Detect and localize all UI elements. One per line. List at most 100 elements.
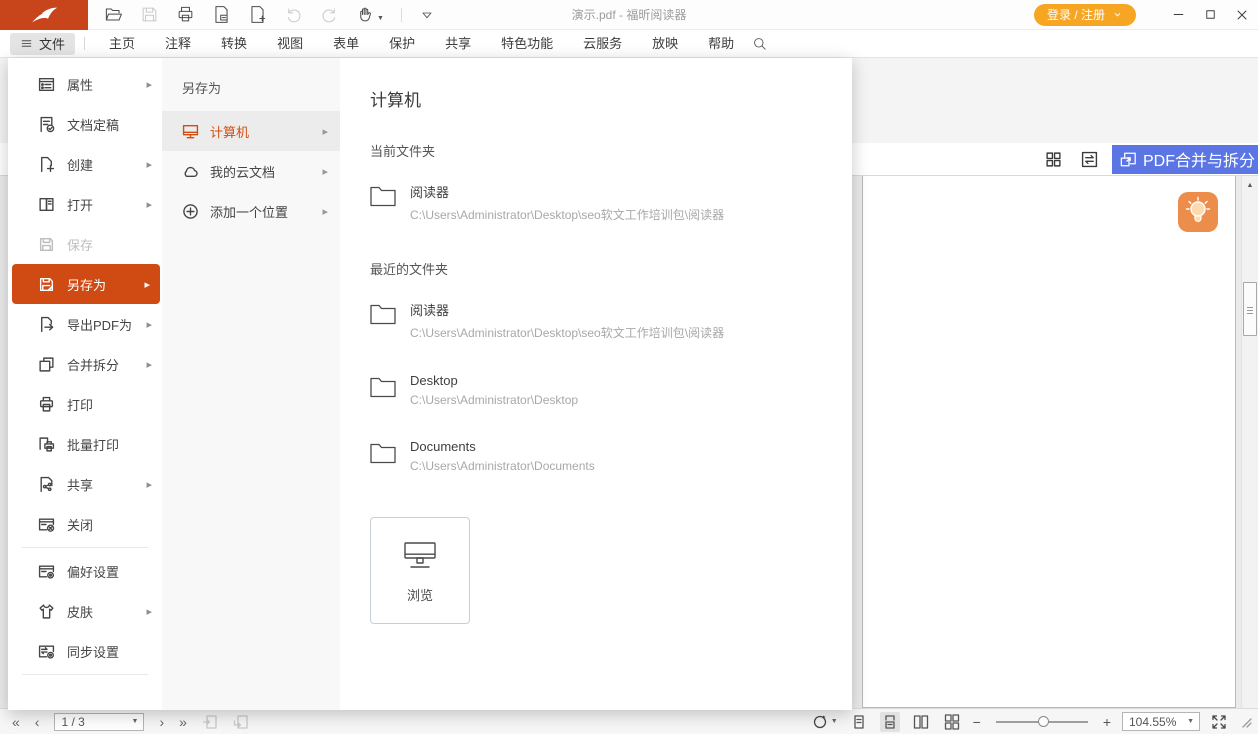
resize-grip[interactable] — [1240, 716, 1252, 728]
folder-item-current[interactable]: 阅读器 C:\Users\Administrator\Desktop\seo软文… — [370, 182, 852, 223]
folder-icon — [370, 185, 396, 207]
folder-path: C:\Users\Administrator\Documents — [410, 459, 595, 473]
zoom-level-input[interactable]: 104.55% ▼ — [1122, 712, 1200, 731]
menu-item-properties[interactable]: 属性 ▸ — [8, 64, 162, 104]
search-icon[interactable] — [751, 35, 768, 52]
minimize-button[interactable] — [1162, 0, 1194, 30]
close-doc-icon — [38, 516, 55, 533]
file-menu-list: 属性 ▸ 文档定稿 创建 ▸ 打开 ▸ 保存 另存为 ▸ 导出PDF为 — [8, 58, 162, 710]
toolbar-divider — [401, 8, 402, 22]
folder-item-recent[interactable]: 阅读器 C:\Users\Administrator\Desktop\seo软文… — [370, 300, 852, 341]
submenu-arrow-icon: ▸ — [146, 318, 152, 331]
continuous-facing-view-icon[interactable] — [942, 712, 962, 732]
tab-cloud[interactable]: 云服务 — [568, 30, 637, 58]
maximize-button[interactable] — [1194, 0, 1226, 30]
login-register-button[interactable]: 登录 / 注册 — [1034, 4, 1136, 26]
computer-monitor-icon — [182, 123, 199, 140]
vertical-scrollbar[interactable]: ▲ — [1241, 176, 1258, 708]
menu-divider — [22, 547, 148, 548]
file-menu-panel: 属性 ▸ 文档定稿 创建 ▸ 打开 ▸ 保存 另存为 ▸ 导出PDF为 — [8, 58, 852, 710]
continuous-view-icon[interactable] — [880, 712, 900, 732]
open-file-icon[interactable] — [104, 5, 123, 24]
zoom-out-button[interactable]: − — [973, 714, 981, 730]
tab-features[interactable]: 特色功能 — [486, 30, 568, 58]
menu-item-open[interactable]: 打开 ▸ — [8, 184, 162, 224]
menu-item-skin[interactable]: 皮肤 ▸ — [8, 591, 162, 631]
tab-help[interactable]: 帮助 — [693, 30, 749, 58]
zoom-in-button[interactable]: + — [1103, 714, 1111, 730]
page-organize-icon[interactable] — [212, 5, 231, 24]
rotate-caret-icon: ▼ — [831, 718, 838, 725]
folder-path: C:\Users\Administrator\Desktop\seo软文工作培训… — [410, 206, 724, 223]
tab-protect[interactable]: 保护 — [374, 30, 430, 58]
rotate-view-button[interactable]: ▼ — [812, 714, 838, 730]
facing-view-icon[interactable] — [911, 712, 931, 732]
menu-item-print[interactable]: 打印 — [8, 384, 162, 424]
file-menu-button[interactable]: 文件 — [10, 33, 75, 55]
scrollbar-thumb[interactable] — [1243, 282, 1257, 336]
menu-divider — [84, 37, 85, 50]
browse-button[interactable]: 浏览 — [370, 517, 470, 624]
zoom-slider[interactable] — [996, 721, 1088, 723]
first-page-button[interactable]: « — [12, 714, 20, 730]
tab-share[interactable]: 共享 — [430, 30, 486, 58]
submenu-arrow-icon: ▸ — [146, 158, 152, 171]
close-icon — [1234, 7, 1250, 23]
app-logo[interactable] — [0, 0, 88, 30]
folder-item-recent[interactable]: Documents C:\Users\Administrator\Documen… — [370, 439, 852, 473]
pdf-merge-split-label: PDF合并与拆分 — [1143, 147, 1255, 171]
submenu-arrow-icon: ▸ — [146, 605, 152, 618]
menu-item-preferences[interactable]: 偏好设置 — [8, 551, 162, 591]
hand-tool-button[interactable]: ▼ — [356, 5, 384, 24]
location-add-place[interactable]: 添加一个位置 ▸ — [162, 191, 340, 231]
tab-home[interactable]: 主页 — [94, 30, 150, 58]
location-cloud-docs[interactable]: 我的云文档 ▸ — [162, 151, 340, 191]
menu-item-close[interactable]: 关闭 — [8, 504, 162, 544]
computer-pane: 计算机 当前文件夹 阅读器 C:\Users\Administrator\Des… — [340, 58, 852, 710]
tab-present[interactable]: 放映 — [637, 30, 693, 58]
close-button[interactable] — [1226, 0, 1258, 30]
menu-item-share[interactable]: 共享 ▸ — [8, 464, 162, 504]
quick-access-toolbar: ▼ — [104, 5, 435, 24]
menu-item-create[interactable]: 创建 ▸ — [8, 144, 162, 184]
location-computer[interactable]: 计算机 ▸ — [162, 111, 340, 151]
next-page-button[interactable]: › — [159, 714, 164, 730]
fullscreen-icon[interactable] — [1211, 714, 1227, 730]
thumbnail-grid-icon[interactable] — [1045, 151, 1062, 168]
hand-tool-icon — [356, 5, 375, 24]
page-number-input[interactable]: 1 / 3 ▼ — [54, 713, 144, 731]
tab-convert[interactable]: 转换 — [206, 30, 262, 58]
pane-title: 计算机 — [370, 86, 852, 111]
undo-icon — [284, 5, 303, 24]
menu-item-batch-print[interactable]: 批量打印 — [8, 424, 162, 464]
print-icon[interactable] — [176, 5, 195, 24]
titlebar-right: 登录 / 注册 — [1034, 0, 1258, 29]
plus-circle-icon — [182, 203, 199, 220]
redo-icon — [320, 5, 339, 24]
submenu-arrow-icon: ▸ — [146, 358, 152, 371]
swap-view-icon[interactable] — [1081, 151, 1098, 168]
merge-split-icon — [38, 356, 55, 373]
menu-item-finalize[interactable]: 文档定稿 — [8, 104, 162, 144]
tab-view[interactable]: 视图 — [262, 30, 318, 58]
single-page-view-icon[interactable] — [849, 712, 869, 732]
properties-icon — [38, 76, 55, 93]
submenu-arrow-icon: ▸ — [322, 125, 328, 138]
menu-divider — [22, 674, 148, 675]
zoom-slider-thumb[interactable] — [1038, 716, 1049, 727]
pdf-merge-split-badge[interactable]: PDF合并与拆分 — [1112, 145, 1258, 174]
menu-item-export-pdf[interactable]: 导出PDF为 ▸ — [8, 304, 162, 344]
menu-item-save-as[interactable]: 另存为 ▸ — [12, 264, 160, 304]
folder-item-recent[interactable]: Desktop C:\Users\Administrator\Desktop — [370, 373, 852, 407]
tab-form[interactable]: 表单 — [318, 30, 374, 58]
last-page-button[interactable]: » — [179, 714, 187, 730]
scroll-up-arrow-icon[interactable]: ▲ — [1242, 182, 1258, 189]
menu-item-merge-split[interactable]: 合并拆分 ▸ — [8, 344, 162, 384]
tab-comment[interactable]: 注释 — [150, 30, 206, 58]
create-icon — [38, 156, 55, 173]
new-document-icon[interactable] — [248, 5, 267, 24]
menu-item-sync-settings[interactable]: 同步设置 — [8, 631, 162, 671]
previous-page-button[interactable]: ‹ — [35, 714, 40, 730]
tip-lightbulb-button[interactable] — [1178, 192, 1218, 232]
customize-toolbar-chevron-icon[interactable] — [419, 7, 435, 23]
